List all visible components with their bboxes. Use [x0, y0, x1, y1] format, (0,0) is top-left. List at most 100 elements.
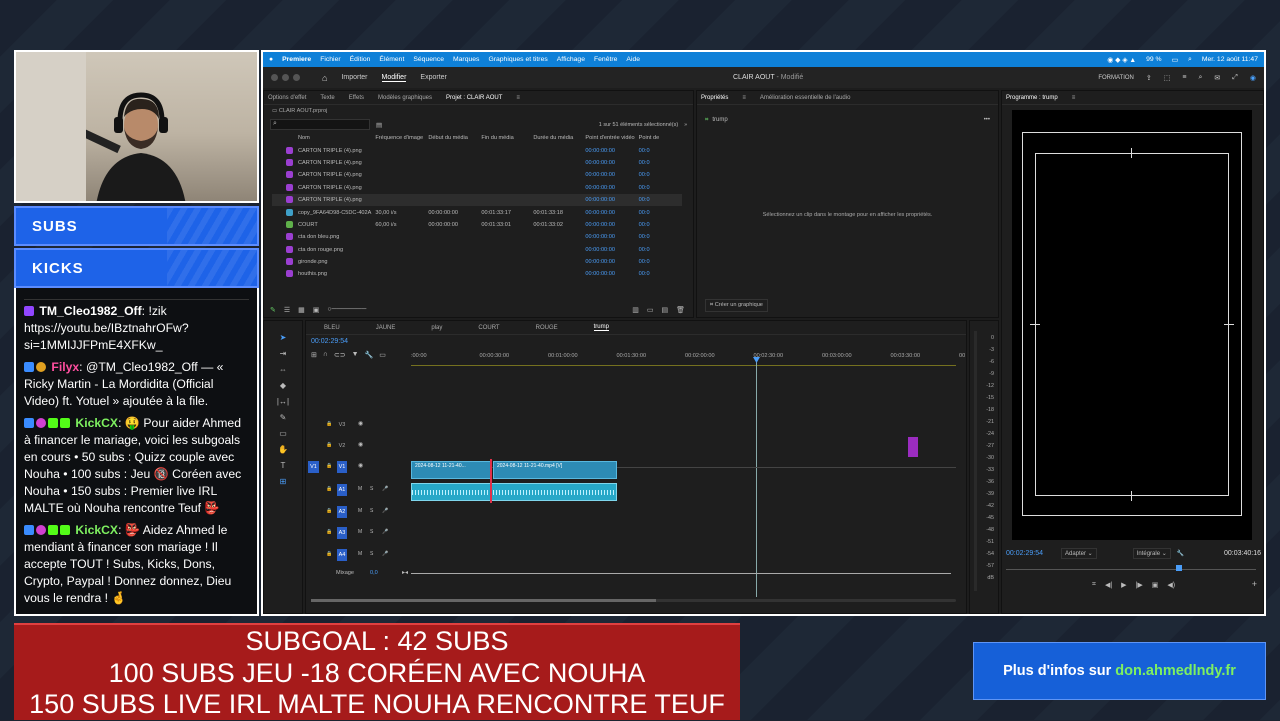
more-icon[interactable]: ••• [984, 117, 990, 124]
mute-button[interactable]: M [358, 551, 362, 557]
step-forward-icon[interactable]: |▶ [1136, 581, 1143, 589]
track-name[interactable]: A1 [337, 484, 347, 496]
program-scrubber[interactable] [1006, 565, 1256, 571]
lock-icon[interactable]: 🔒 [326, 508, 332, 514]
captions-icon[interactable]: ▭ [379, 351, 386, 359]
menu-fenetre[interactable]: Fenêtre [594, 56, 617, 63]
expand-icon[interactable]: ⤢ [1232, 74, 1238, 82]
tab-menu-icon[interactable]: ≡ [1072, 95, 1076, 101]
rectangle-tool-icon[interactable]: ▭ [279, 429, 287, 438]
type-tool-icon[interactable]: T [281, 461, 286, 470]
table-row[interactable]: COURT 60,00 i/s 00:00:00:00 00:01:33:01 00:0… [272, 219, 682, 231]
table-row[interactable]: CARTON TRIPLE (4).png 00:00:00:00 00:0 [272, 182, 682, 194]
pencil-icon[interactable]: ✎ [270, 306, 276, 314]
tab-menu-icon[interactable]: ≡ [742, 95, 746, 101]
timeline-playhead[interactable] [756, 357, 757, 597]
sequence-timecode[interactable]: 00:02:29:54 [311, 338, 348, 345]
label-color-swatch[interactable] [272, 169, 296, 181]
home-icon[interactable]: ⌂ [322, 73, 327, 83]
menu-element[interactable]: Élément [379, 56, 404, 63]
timeline-zoom-scrollbar[interactable] [311, 599, 956, 602]
video-clip[interactable]: 2024-08-12 11-21-40.mp4 [V] [493, 461, 617, 479]
mute-button[interactable]: M [358, 529, 362, 535]
table-row[interactable]: copy_9FA64D98-C5DC-402A 30,00 i/s 00:00:00… [272, 206, 682, 218]
track-select-icon[interactable]: ⇥ [280, 349, 287, 358]
quick-export-icon[interactable]: ⇪ [1146, 74, 1152, 82]
mix-value[interactable]: 0,0 [370, 570, 378, 576]
table-row[interactable]: CARTON TRIPLE (4).png 00:00:00:00 00:0 [272, 169, 682, 181]
step-back-icon[interactable]: ◀| [1105, 581, 1112, 589]
project-search-input[interactable]: ⌕ [270, 119, 370, 130]
subs-button[interactable]: SUBS [14, 206, 259, 246]
settings-icon[interactable]: 🔧 [365, 351, 374, 359]
tab-modifier[interactable]: Modifier [381, 74, 407, 82]
lock-icon[interactable]: 🔒 [326, 529, 332, 535]
kicks-button[interactable]: KICKS [14, 248, 259, 288]
label-color-swatch[interactable] [272, 194, 296, 206]
col-in-point[interactable]: Point d'entrée vidéo [583, 132, 636, 144]
quality-select[interactable]: Intégrale ⌄ [1132, 548, 1171, 559]
tab-exporter[interactable]: Exporter [420, 74, 446, 81]
lock-icon[interactable]: 🔒 [326, 463, 332, 469]
fit-select[interactable]: Adapter ⌄ [1060, 548, 1097, 559]
search-icon[interactable]: ⌕ [1188, 56, 1192, 64]
track-name[interactable]: A2 [337, 505, 347, 518]
tab-effect-options[interactable]: Options d'effet [268, 95, 306, 101]
label-color-swatch[interactable] [272, 231, 296, 243]
tab-properties[interactable]: Propriétés [701, 95, 728, 101]
profile-icon[interactable]: ◉ [1250, 74, 1256, 82]
mic-icon[interactable]: 🎤 [382, 486, 388, 492]
video-clip[interactable]: 2024-08-12 11-21-40... [411, 461, 491, 479]
col-end[interactable]: Fin du média [479, 132, 531, 144]
track-name[interactable]: A4 [337, 548, 347, 561]
lock-icon[interactable]: 🔒 [326, 486, 332, 492]
slip-tool-icon[interactable]: |↔| [277, 397, 289, 406]
tab-program[interactable]: Programme : trump [1006, 95, 1058, 101]
menu-app[interactable]: Premiere [282, 56, 311, 63]
notifications-icon[interactable]: ✉ [1214, 74, 1220, 82]
lock-icon[interactable]: 🔒 [326, 442, 332, 448]
track-header-v1[interactable]: 🔒 V1 ◉ V1 [306, 458, 411, 478]
table-row[interactable]: houthis.png 00:00:00:00 00:0 [272, 268, 682, 280]
track-header-v2[interactable]: 🔒 V2 ◉ [306, 437, 411, 457]
solo-button[interactable]: S [370, 529, 373, 535]
table-row[interactable]: CARTON TRIPLE (4).png 00:00:00:00 00:0 [272, 193, 682, 207]
col-fps[interactable]: Fréquence d'image [373, 132, 426, 144]
track-header-a1[interactable]: 🔒 A1 M S 🎤 [306, 481, 411, 501]
track-header-v3[interactable]: 🔒 V3 ◉ [306, 416, 411, 436]
share-icon[interactable]: ⬚ [1164, 74, 1171, 82]
graphic-clip[interactable] [908, 437, 918, 457]
camera-icon[interactable]: ⌗ [1092, 581, 1096, 589]
table-row[interactable]: CARTON TRIPLE (4).png 00:00:00:00 00:0 [272, 144, 682, 156]
track-header-a2[interactable]: 🔒 A2 M S 🎤 [306, 503, 411, 523]
tab-menu-icon[interactable]: ≡ [516, 95, 520, 101]
table-row[interactable]: cta don rouge.png 00:00:00:00 00:0 [272, 244, 682, 256]
selection-tool-icon[interactable]: ➤ [280, 333, 287, 342]
source-patch[interactable]: V1 [308, 461, 319, 473]
track-name[interactable]: A3 [337, 527, 347, 539]
mute-button[interactable]: M [358, 508, 362, 514]
caption-tool-icon[interactable]: ⊞ [280, 477, 287, 486]
solo-button[interactable]: S [370, 508, 373, 514]
zoom-slider[interactable]: ○─────── [327, 306, 366, 314]
tab-importer[interactable]: Importer [341, 74, 367, 81]
menu-fichier[interactable]: Fichier [320, 56, 340, 63]
tab-sequence-court[interactable]: COURT [478, 325, 499, 331]
linked-icon[interactable]: ⊂⊃ [334, 351, 346, 359]
label-color-swatch[interactable] [272, 244, 296, 256]
label-color-swatch[interactable] [272, 157, 296, 169]
ripple-edit-icon[interactable]: ⇔ [279, 365, 287, 374]
track-name[interactable]: V3 [337, 419, 347, 431]
table-row[interactable]: cta don bleu.png 00:00:00:00 00:0 [272, 231, 682, 243]
track-name[interactable]: V1 [337, 461, 347, 473]
label-color-swatch[interactable] [272, 144, 296, 156]
pen-tool-icon[interactable]: ✎ [280, 413, 287, 422]
program-timecode[interactable]: 00:02:29:54 [1006, 550, 1043, 557]
new-bin-icon[interactable]: ▤ [376, 121, 382, 129]
menu-affichage[interactable]: Affichage [557, 56, 585, 63]
trash-icon[interactable]: 🗑 [676, 306, 685, 314]
tab-essential-audio[interactable]: Amélioration essentielle de l'audio [760, 95, 851, 101]
label-color-swatch[interactable] [272, 219, 296, 231]
col-start[interactable]: Début du média [426, 132, 479, 144]
icon-view-icon[interactable]: ▦ [298, 306, 305, 314]
